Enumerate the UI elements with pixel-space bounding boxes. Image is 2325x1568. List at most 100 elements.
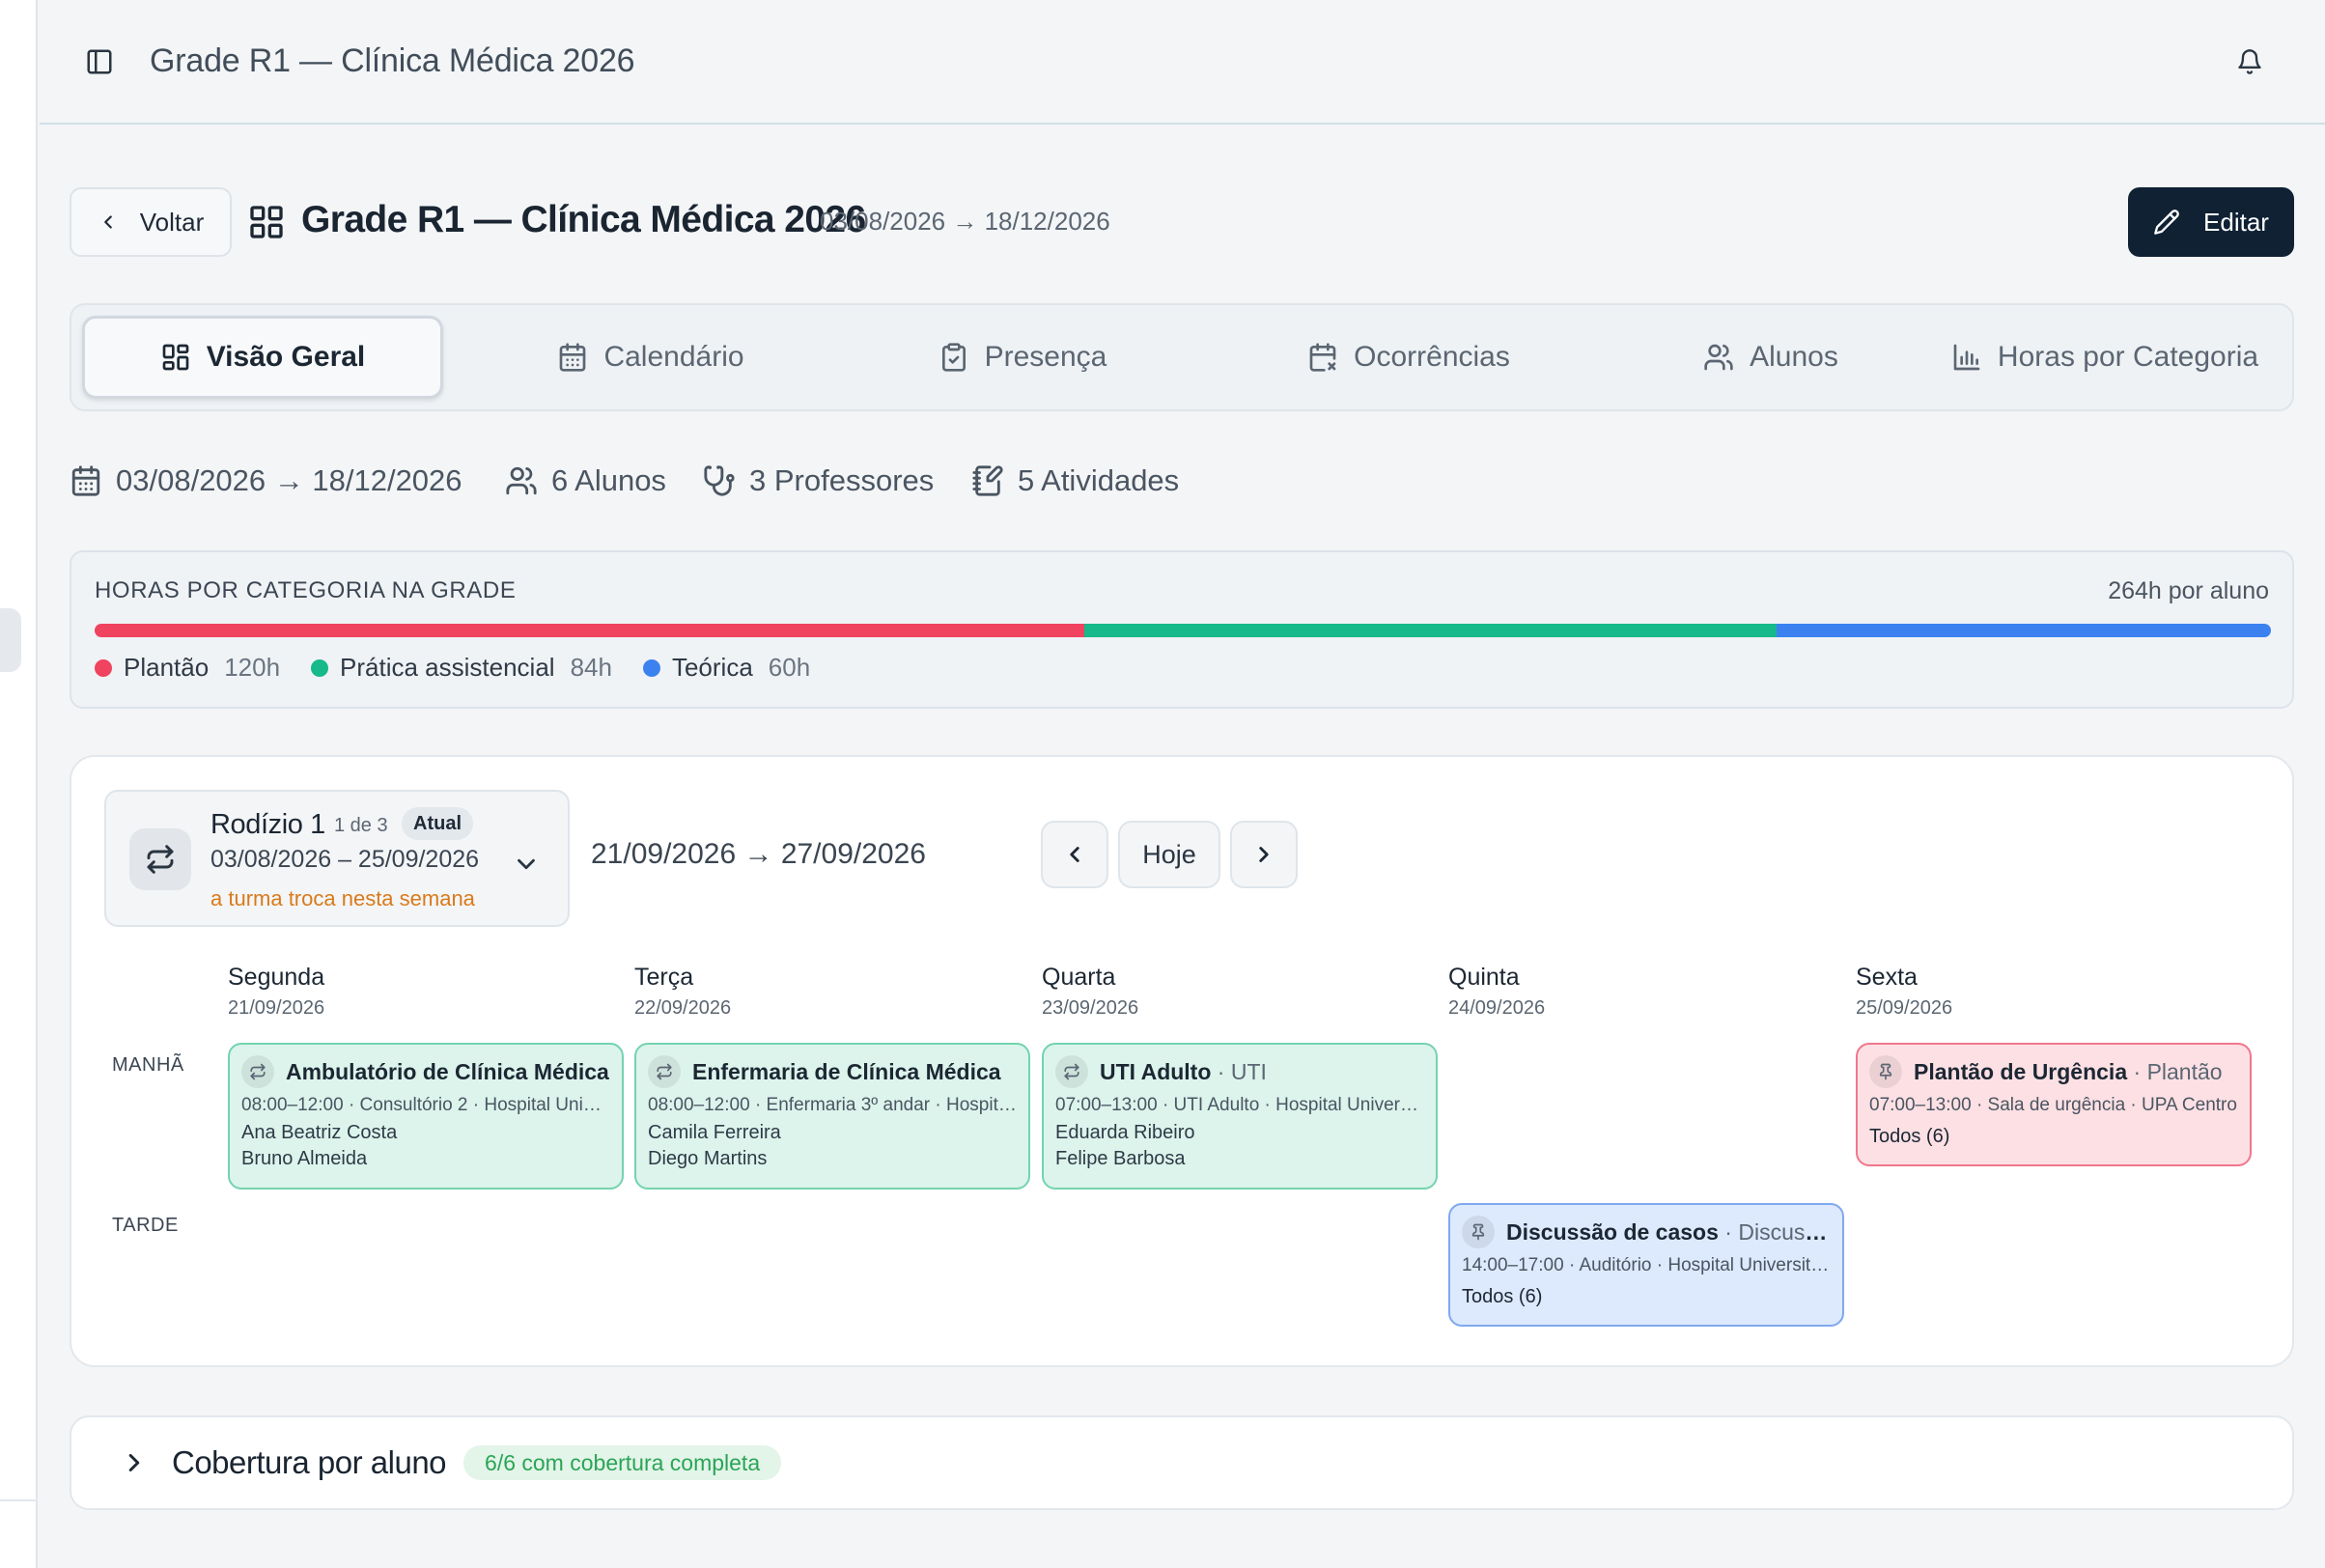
rotation-selector[interactable]: Rodízio 1 1 de 3 Atual 03/08/2026 – 25/0… [104,790,570,927]
left-rail [0,0,38,1568]
event-card[interactable]: Discussão de casos · Discussão de casos … [1448,1203,1844,1327]
page-date-range: 03/08/2026 → 18/12/2026 [820,207,1110,236]
chevron-right-icon[interactable] [120,1448,149,1477]
day-name: Terça [634,964,694,991]
back-label: Voltar [139,207,205,237]
tab-presenca[interactable]: Presença [882,316,1162,399]
day-header-quinta: Quinta 24/09/2026 [1448,964,1545,1020]
event-student: Ana Beatriz Costa [241,1122,398,1143]
day-date: 24/09/2026 [1448,997,1546,1019]
rail-resize-handle[interactable] [0,608,21,672]
legend-label: Plantão [124,653,210,682]
legend-hours: 120h [224,653,281,682]
tab-label: Alunos [1750,341,1838,373]
sidebar-toggle-icon[interactable] [80,42,119,81]
page-title: Grade R1 — Clínica Médica 2026 [301,199,866,240]
next-week-button[interactable] [1230,821,1298,888]
tab-label: Ocorrências [1354,341,1510,373]
layout-dashboard-icon [160,342,191,373]
calendar-x-icon [1307,342,1338,373]
event-meta: 07:00–13:00 · UTI Adulto · Hospital Univ… [1055,1095,1424,1115]
coverage-section[interactable]: Cobertura por aluno 6/6 com cobertura co… [70,1415,2294,1510]
day-date: 21/09/2026 [228,997,325,1019]
stat-teachers-value: 3 Professores [749,463,935,497]
event-title: Ambulatório de Clínica Médica [286,1058,609,1084]
day-header-quarta: Quarta 23/09/2026 [1042,964,1138,1020]
previous-week-button[interactable] [1041,821,1108,888]
hours-bar-segment-plantao [95,624,1084,637]
repeat-icon [129,828,191,890]
event-student: Felipe Barbosa [1055,1148,1186,1169]
legend-hours: 84h [570,653,612,682]
repeat-icon [1055,1055,1088,1088]
tab-label: Calendário [603,341,744,373]
stat-teachers: 3 Professores [703,463,934,498]
day-date: 22/09/2026 [634,997,732,1019]
repeat-icon [241,1055,274,1088]
stat-students: 6 Alunos [505,463,666,498]
day-header-terca: Terça 22/09/2026 [634,964,731,1020]
event-student: Bruno Almeida [241,1148,368,1169]
hours-card-title: HORAS POR CATEGORIA NA GRADE [95,577,517,603]
legend-dot [642,658,660,677]
event-title: UTI Adulto · UTI [1100,1058,1267,1084]
stat-students-value: 6 Alunos [551,463,666,497]
event-attendees: Todos (6) [1462,1286,1543,1307]
layout-grid-icon [247,203,286,241]
tab-alunos[interactable]: Alunos [1655,316,1887,399]
legend-item-plantao: Plantão 120h [95,653,280,683]
event-meta: 07:00–13:00 · Sala de urgência · UPA Cen… [1869,1095,2237,1115]
coverage-badge: 6/6 com cobertura completa [463,1445,782,1480]
event-card[interactable]: UTI Adulto · UTI 07:00–13:00 · UTI Adult… [1042,1043,1438,1190]
chevron-down-icon [512,850,541,879]
chevron-right-icon [1251,842,1276,867]
tab-horas-por-categoria[interactable]: Horas por Categoria [1925,316,2284,399]
day-header-segunda: Segunda 21/09/2026 [228,964,324,1020]
pin-icon [1462,1216,1495,1248]
event-card[interactable]: Enfermaria de Clínica Médica 08:00–12:00… [634,1043,1030,1190]
today-button[interactable]: Hoje [1118,821,1220,888]
tab-label: Visão Geral [206,341,366,373]
hours-bar-segment-teorica [1776,624,2271,637]
legend-item-pratica: Prática assistencial 84h [311,653,612,683]
coverage-title: Cobertura por aluno [172,1444,447,1480]
rotation-name: Rodízio 1 [210,809,325,840]
pin-icon [1869,1055,1902,1088]
bell-icon[interactable] [2230,42,2269,81]
top-bar: Grade R1 — Clínica Médica 2026 [40,0,2325,125]
stat-activities: 5 Atividades [971,463,1179,498]
event-meta: 08:00–12:00 · Consultório 2 · Hospital U… [241,1095,610,1115]
stethoscope-icon [703,464,736,497]
topbar-title: Grade R1 — Clínica Médica 2026 [150,42,635,79]
event-student: Camila Ferreira [648,1122,781,1143]
day-name: Sexta [1856,964,1918,991]
edit-button[interactable]: Editar [2128,187,2294,257]
edit-label: Editar [2203,207,2269,237]
notebook-pen-icon [971,464,1004,497]
event-title: Plantão de Urgência · Plantão [1914,1058,2223,1084]
day-name: Segunda [228,964,325,991]
day-header-sexta: Sexta 25/09/2026 [1856,964,1952,1020]
chevron-left-icon [1062,842,1087,867]
legend-label: Teórica [671,653,753,682]
event-meta: 14:00–17:00 · Auditório · Hospital Unive… [1462,1255,1831,1275]
bar-chart-icon [1951,342,1982,373]
tab-visao-geral[interactable]: Visão Geral [82,316,443,399]
legend-dot [311,658,329,677]
stat-period: 03/08/2026 → 18/12/2026 [70,463,462,498]
tab-calendario[interactable]: Calendário [511,316,791,399]
legend-hours: 60h [768,653,811,682]
clipboard-check-icon [938,342,969,373]
week-range: 21/09/2026 → 27/09/2026 [591,838,926,870]
day-name: Quarta [1042,964,1116,991]
event-card[interactable]: Ambulatório de Clínica Médica 08:00–12:0… [228,1043,624,1190]
event-meta: 08:00–12:00 · Enfermaria 3º andar · Hosp… [648,1095,1017,1115]
users-icon [1703,342,1734,373]
event-card[interactable]: Plantão de Urgência · Plantão 07:00–13:0… [1856,1043,2252,1166]
back-button[interactable]: Voltar [70,187,232,257]
tab-ocorrencias[interactable]: Ocorrências [1254,316,1563,399]
rail-divider [0,1499,38,1501]
rotation-current-badge: Atual [402,807,473,840]
chevron-left-icon [98,211,119,233]
event-title: Enfermaria de Clínica Médica [692,1058,1001,1084]
